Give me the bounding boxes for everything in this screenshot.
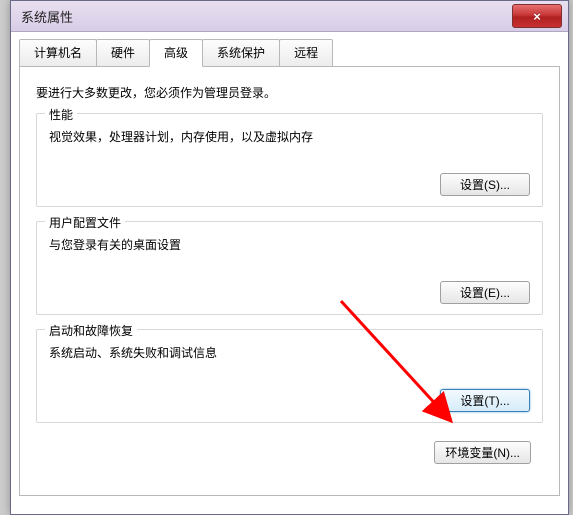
system-properties-window: 系统属性 × 计算机名 硬件 高级 系统保护 远程 要进行大多数更改，您必须作为…	[10, 0, 569, 515]
performance-settings-button[interactable]: 设置(S)...	[440, 173, 530, 196]
user-profile-group: 用户配置文件 与您登录有关的桌面设置 设置(E)...	[36, 221, 543, 315]
performance-title: 性能	[45, 106, 77, 123]
tab-strip: 计算机名 硬件 高级 系统保护 远程	[19, 39, 560, 67]
user-profile-settings-button[interactable]: 设置(E)...	[440, 281, 530, 304]
user-profile-title: 用户配置文件	[45, 214, 125, 231]
startup-desc: 系统启动、系统失败和调试信息	[49, 344, 530, 361]
user-profile-btn-row: 设置(E)...	[49, 281, 530, 304]
performance-group: 性能 视觉效果，处理器计划，内存使用，以及虚拟内存 设置(S)...	[36, 113, 543, 207]
startup-title: 启动和故障恢复	[45, 322, 137, 339]
titlebar[interactable]: 系统属性 ×	[11, 1, 568, 32]
tab-computer-name[interactable]: 计算机名	[19, 39, 97, 66]
content-area: 计算机名 硬件 高级 系统保护 远程 要进行大多数更改，您必须作为管理员登录。 …	[11, 32, 568, 496]
window-title: 系统属性	[21, 7, 73, 26]
startup-recovery-group: 启动和故障恢复 系统启动、系统失败和调试信息 设置(T)...	[36, 329, 543, 423]
close-icon: ×	[533, 9, 541, 24]
tab-system-protection[interactable]: 系统保护	[202, 39, 280, 66]
env-row: 环境变量(N)...	[36, 437, 543, 464]
environment-variables-button[interactable]: 环境变量(N)...	[434, 441, 531, 464]
startup-settings-button[interactable]: 设置(T)...	[440, 389, 530, 412]
close-button[interactable]: ×	[512, 4, 562, 28]
tab-hardware[interactable]: 硬件	[96, 39, 150, 66]
startup-btn-row: 设置(T)...	[49, 389, 530, 412]
tab-remote[interactable]: 远程	[279, 39, 333, 66]
tab-body-advanced: 要进行大多数更改，您必须作为管理员登录。 性能 视觉效果，处理器计划，内存使用，…	[19, 66, 560, 496]
performance-desc: 视觉效果，处理器计划，内存使用，以及虚拟内存	[49, 128, 530, 145]
intro-text: 要进行大多数更改，您必须作为管理员登录。	[36, 84, 543, 101]
tab-advanced[interactable]: 高级	[149, 39, 203, 67]
user-profile-desc: 与您登录有关的桌面设置	[49, 236, 530, 253]
performance-btn-row: 设置(S)...	[49, 173, 530, 196]
